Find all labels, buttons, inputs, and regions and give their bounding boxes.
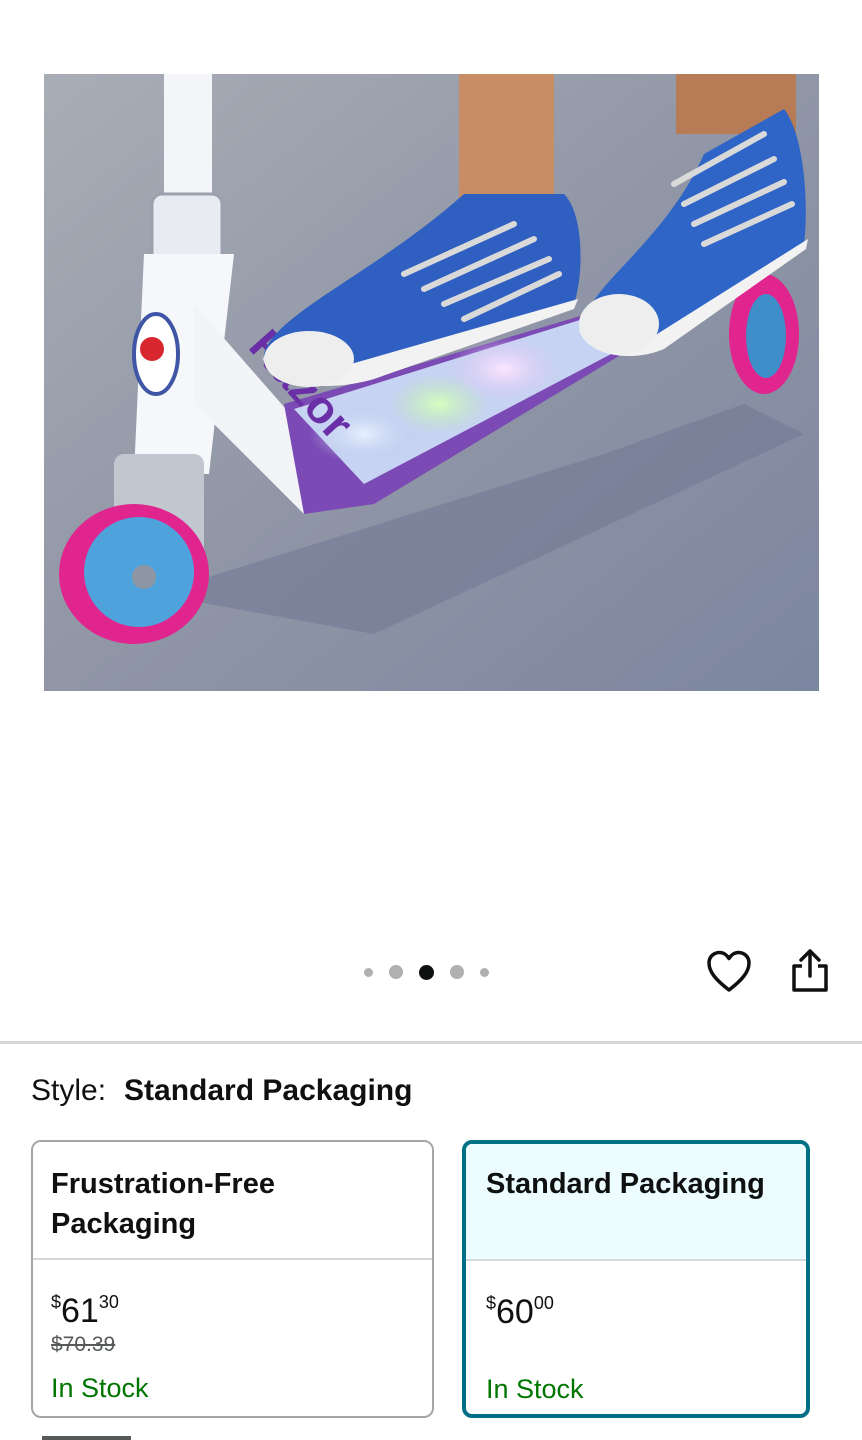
option-price: $6000 bbox=[486, 1283, 786, 1332]
option-price: $6130 bbox=[51, 1282, 414, 1331]
style-option-standard-selected[interactable]: Standard Packaging $6000 In Stock bbox=[462, 1140, 810, 1418]
option-availability: In Stock bbox=[486, 1374, 584, 1404]
carousel-dot[interactable] bbox=[480, 967, 489, 977]
carousel-dot[interactable] bbox=[450, 965, 464, 979]
option-availability: In Stock bbox=[51, 1373, 149, 1403]
price-fraction: 00 bbox=[533, 1293, 554, 1313]
option-title: Frustration-Free Packaging bbox=[33, 1142, 432, 1260]
style-selected-value: Standard Packaging bbox=[124, 1074, 413, 1107]
carousel-dot-active[interactable] bbox=[419, 964, 434, 980]
style-option-frustration-free[interactable]: Frustration-Free Packaging $6130 $70.39 … bbox=[31, 1140, 434, 1418]
price-currency: $ bbox=[486, 1293, 497, 1313]
wishlist-button[interactable] bbox=[706, 950, 752, 994]
price-currency: $ bbox=[51, 1292, 62, 1312]
carousel-dot[interactable] bbox=[364, 967, 373, 977]
share-icon bbox=[792, 949, 828, 992]
price-fraction: 30 bbox=[98, 1292, 119, 1312]
option-title: Standard Packaging bbox=[466, 1144, 806, 1261]
image-carousel-dots bbox=[356, 962, 497, 982]
carousel-dot[interactable] bbox=[389, 965, 403, 979]
section-divider bbox=[0, 1041, 862, 1044]
price-whole: 60 bbox=[496, 1293, 534, 1331]
style-selector-header: Style: Standard Packaging bbox=[31, 1072, 412, 1110]
option-list-price: $70.39 bbox=[51, 1333, 116, 1356]
share-button[interactable] bbox=[788, 948, 832, 994]
style-label: Style: bbox=[31, 1074, 107, 1107]
price-whole: 61 bbox=[61, 1292, 99, 1330]
product-image-gallery[interactable]: Razor bbox=[0, 0, 862, 1040]
product-image[interactable]: Razor bbox=[44, 74, 819, 691]
scroll-indicator bbox=[42, 1436, 131, 1440]
heart-outline-icon bbox=[707, 950, 751, 992]
